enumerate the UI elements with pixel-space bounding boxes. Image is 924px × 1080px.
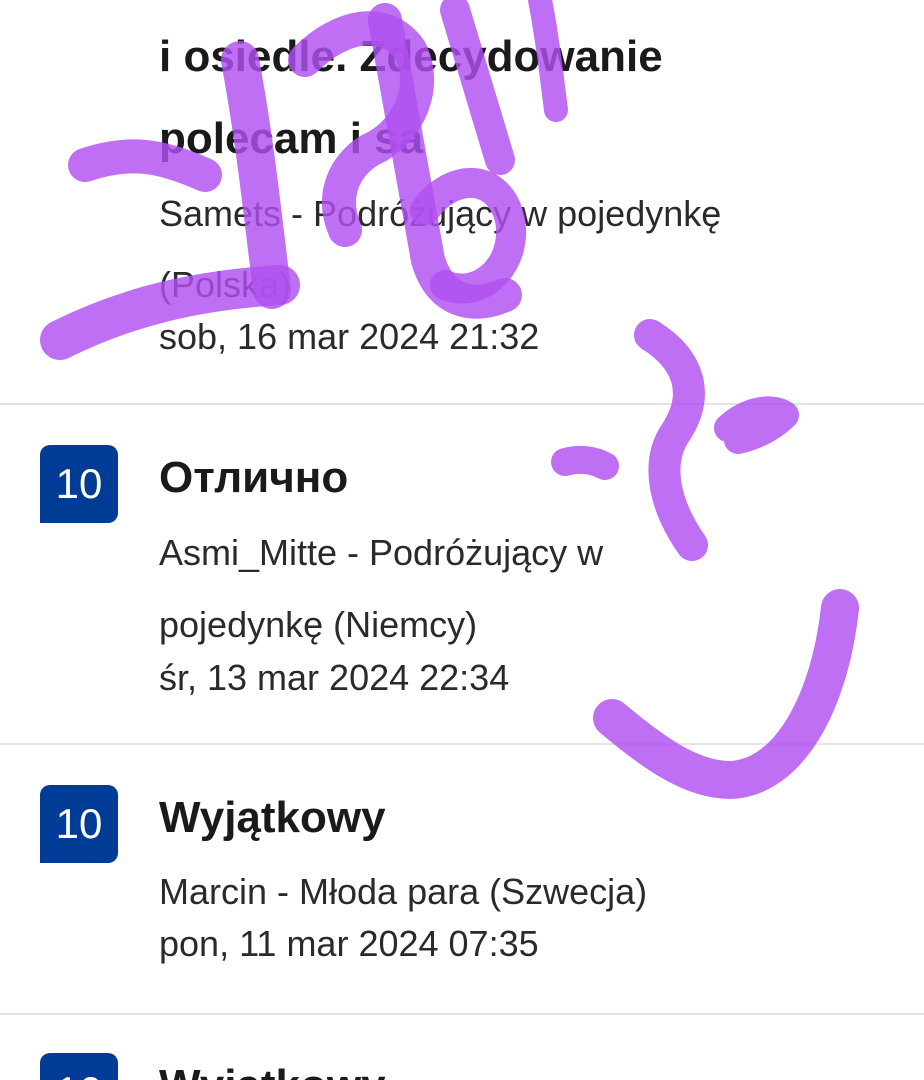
score-badge: 10: [40, 1053, 118, 1080]
review-date: pon, 11 mar 2024 07:35: [159, 923, 539, 964]
review-item[interactable]: 10 Wyjątkowy Marcin - Młoda para (Szwecj…: [0, 745, 924, 1013]
reviewer-info: Asmi_Mitte - Podróżujący w: [159, 532, 604, 573]
score-badge: 10: [40, 785, 118, 863]
review-date: sob, 16 mar 2024 21:32: [159, 316, 540, 357]
reviewer-info: Samets - Podróżujący w pojedynkę: [159, 193, 722, 234]
review-title: Отлично: [159, 453, 349, 502]
review-title: Wyjątkowy: [159, 1061, 386, 1080]
review-title: Wyjątkowy: [159, 793, 386, 842]
review-item[interactable]: i osiedle. Zdecydowanie polecam i sa Sam…: [0, 0, 924, 404]
review-title-line: polecam i sa: [159, 114, 424, 163]
reviewer-country: (Polska): [159, 264, 292, 305]
reviewer-country: pojedynkę (Niemcy): [159, 604, 478, 645]
score-badge: 10: [40, 445, 118, 523]
reviews-list: i osiedle. Zdecydowanie polecam i sa Sam…: [0, 0, 924, 1080]
review-item[interactable]: 10 Wyjątkowy: [0, 1015, 924, 1080]
review-date: śr, 13 mar 2024 22:34: [159, 657, 510, 698]
reviewer-info: Marcin - Młoda para (Szwecja): [159, 871, 648, 912]
review-item[interactable]: 10 Отлично Asmi_Mitte - Podróżujący w po…: [0, 405, 924, 743]
review-title-line: i osiedle. Zdecydowanie: [159, 32, 663, 81]
